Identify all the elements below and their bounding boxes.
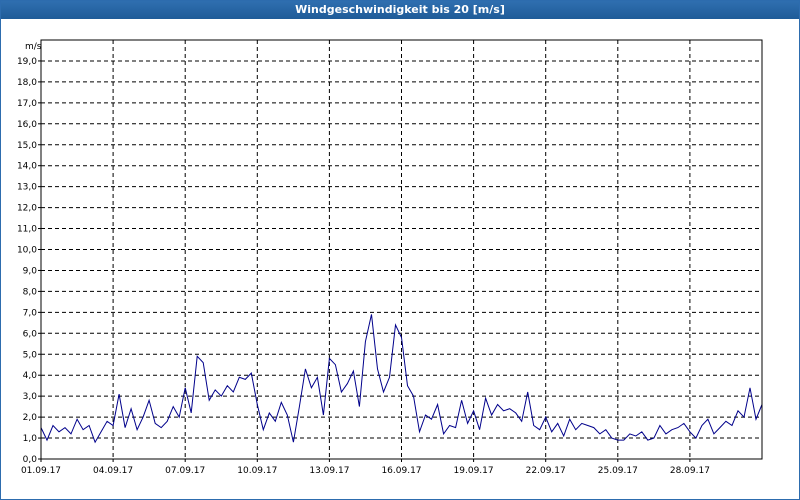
y-tick-label: 19,0 bbox=[17, 57, 37, 67]
y-tick-label: 0,0 bbox=[23, 455, 38, 465]
wind-speed-chart: 0,0 1,0 2,0 3,0 4,0 5,0 6,0 7,0 8,0 9,0 10,0 11,0 12… bbox=[17, 39, 763, 476]
y-tick-label: 14,0 bbox=[17, 162, 37, 172]
chart-window: Windgeschwindigkeit bis 20 [m/s] 0,0 1,0 2… bbox=[0, 0, 800, 500]
x-tick-label: 16.09.17 bbox=[381, 466, 421, 476]
y-tick-label: 7,0 bbox=[23, 308, 38, 318]
y-tick-label: 9,0 bbox=[23, 266, 38, 276]
x-tick-label: 22.09.17 bbox=[526, 466, 566, 476]
y-tick-label: 3,0 bbox=[23, 392, 38, 402]
y-tick-label: 1,0 bbox=[23, 434, 38, 444]
y-axis-tick-labels: 0,0 1,0 2,0 3,0 4,0 5,0 6,0 7,0 8,0 9,0 10,0 11,0 12… bbox=[17, 57, 37, 465]
y-tick-label: 13,0 bbox=[17, 183, 37, 193]
y-tick-label: 16,0 bbox=[17, 120, 37, 130]
x-tick-label: 07.09.17 bbox=[165, 466, 205, 476]
x-axis-tick-labels: 01.09.17 04.09.17 07.09.17 10.09.17 13.09.17… bbox=[21, 466, 710, 476]
y-tick-label: 8,0 bbox=[23, 287, 38, 297]
y-tick-label: 11,0 bbox=[17, 225, 37, 235]
y-tick-label: 17,0 bbox=[17, 99, 37, 109]
y-tick-label: 5,0 bbox=[23, 350, 38, 360]
x-tick-label: 10.09.17 bbox=[237, 466, 277, 476]
x-tick-label: 25.09.17 bbox=[598, 466, 638, 476]
y-tick-label: 4,0 bbox=[23, 371, 38, 381]
y-axis-unit-label: m/s bbox=[25, 42, 42, 52]
y-tick-label: 2,0 bbox=[23, 413, 38, 423]
y-tick-label: 18,0 bbox=[17, 78, 37, 88]
x-tick-label: 04.09.17 bbox=[93, 466, 133, 476]
x-tick-label: 19.09.17 bbox=[454, 466, 494, 476]
x-tick-label: 13.09.17 bbox=[309, 466, 349, 476]
chart-title: Windgeschwindigkeit bis 20 [m/s] bbox=[1, 1, 799, 19]
y-tick-label: 10,0 bbox=[17, 246, 37, 256]
grid-lines bbox=[38, 40, 762, 462]
x-tick-label: 01.09.17 bbox=[21, 466, 61, 476]
y-tick-label: 12,0 bbox=[17, 204, 37, 214]
y-tick-label: 6,0 bbox=[23, 329, 38, 339]
x-tick-label: 28.09.17 bbox=[670, 466, 710, 476]
y-tick-label: 15,0 bbox=[17, 141, 37, 151]
